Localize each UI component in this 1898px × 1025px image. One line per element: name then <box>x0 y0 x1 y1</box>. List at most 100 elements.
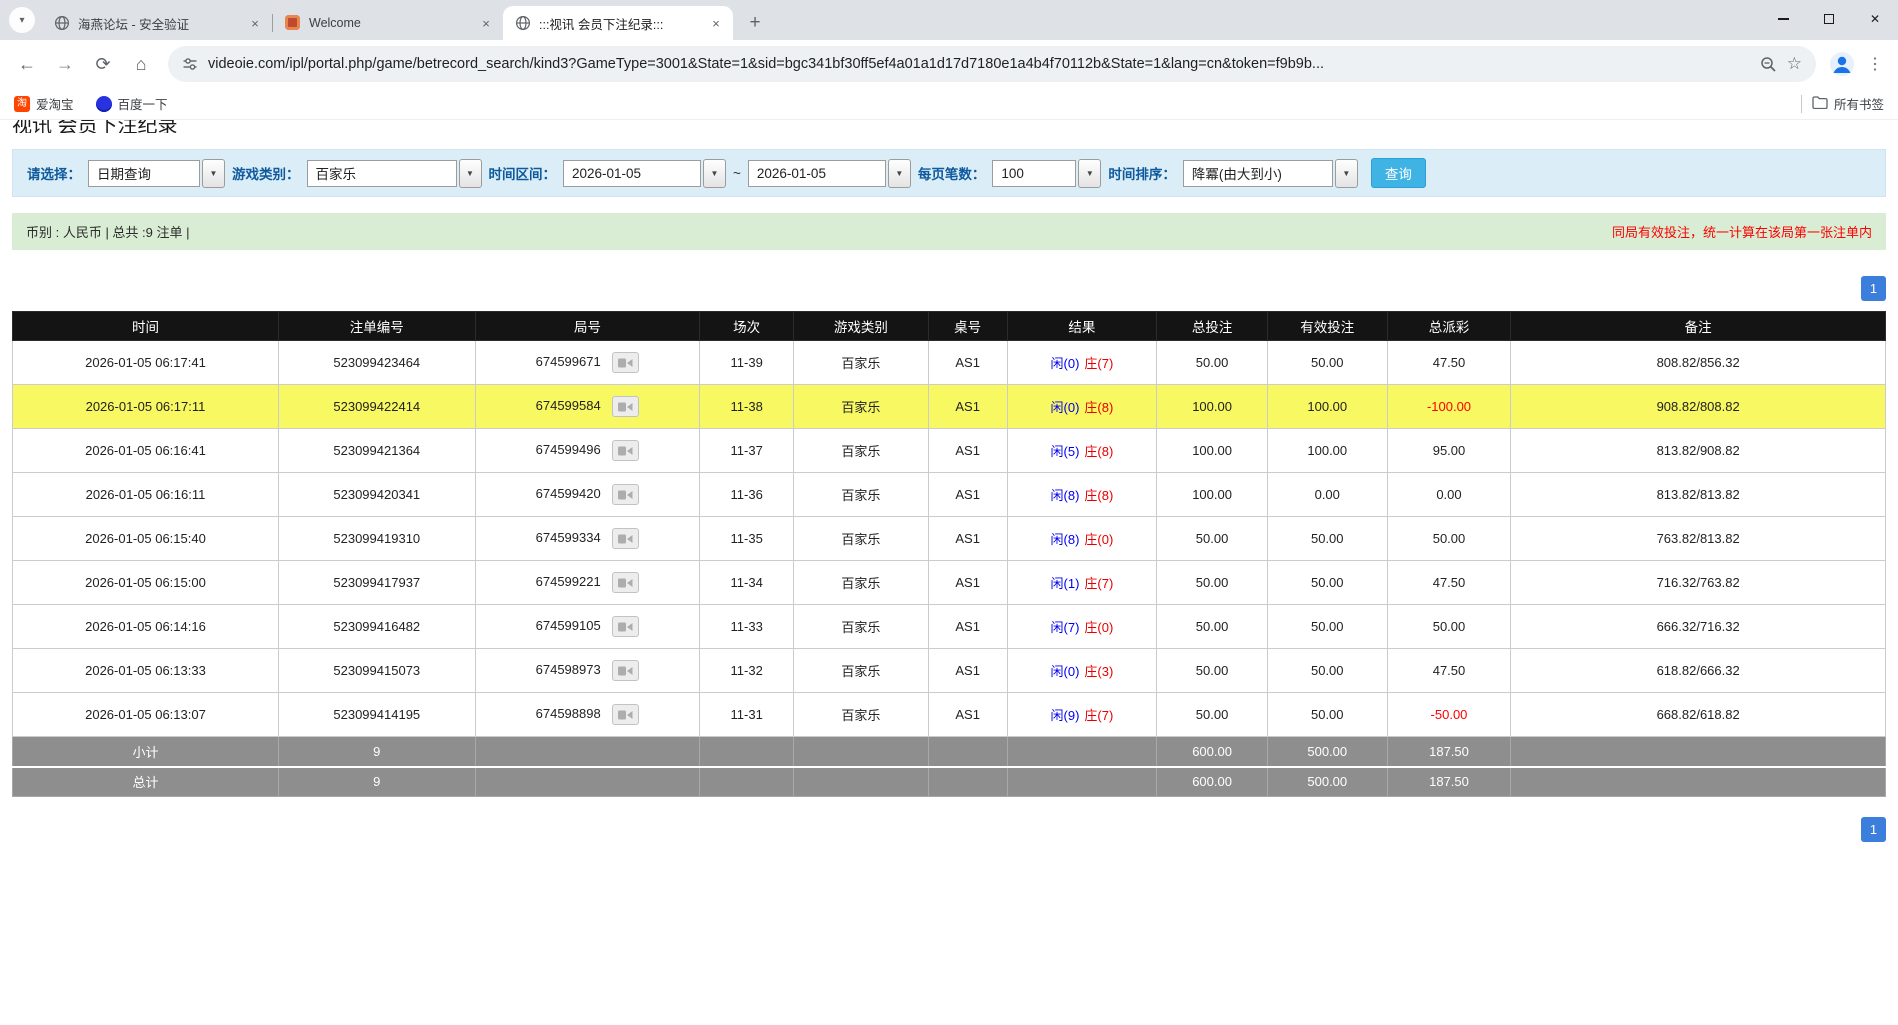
date-from-select: ▼ <box>563 159 726 188</box>
query-type-input[interactable] <box>88 160 200 187</box>
chevron-down-icon[interactable]: ▼ <box>703 159 726 188</box>
cell-bet-id: 523099421364 <box>278 429 475 473</box>
cell-payout: 50.00 <box>1387 517 1511 561</box>
page-size-input[interactable] <box>992 160 1076 187</box>
total-count: 9 <box>278 767 475 797</box>
sort-select: ▼ <box>1183 159 1358 188</box>
cell-payout: 47.50 <box>1387 341 1511 385</box>
date-to-input[interactable] <box>748 160 886 187</box>
tab-close-icon[interactable]: × <box>477 14 495 32</box>
cell-session: 11-37 <box>700 429 794 473</box>
all-bookmarks-button[interactable]: 所有书签 <box>1812 94 1884 113</box>
tab-close-icon[interactable]: × <box>707 14 725 32</box>
cell-time: 2026-01-05 06:13:33 <box>13 649 279 693</box>
zoom-icon[interactable] <box>1760 56 1777 73</box>
profile-avatar[interactable] <box>1826 48 1858 80</box>
new-tab-button[interactable]: + <box>741 9 769 37</box>
video-replay-icon[interactable] <box>612 616 639 637</box>
page-1-button[interactable]: 1 <box>1861 817 1886 842</box>
cell-total-bet[interactable]: 50.00 <box>1157 561 1268 605</box>
reload-button[interactable]: ⟳ <box>86 47 120 81</box>
home-button[interactable]: ⌂ <box>124 47 158 81</box>
subtotal-row: 小计 9 600.00 500.00 187.50 <box>13 737 1886 767</box>
cell-total-bet[interactable]: 50.00 <box>1157 605 1268 649</box>
minimize-button[interactable] <box>1760 0 1806 38</box>
bookmark-star-icon[interactable]: ☆ <box>1787 54 1802 74</box>
result-player: 闲(8) <box>1051 488 1080 503</box>
game-type-input[interactable] <box>307 160 457 187</box>
tab-title: :::视讯 会员下注纪录::: <box>539 14 699 33</box>
video-replay-icon[interactable] <box>612 660 639 681</box>
cell-total-bet[interactable]: 100.00 <box>1157 473 1268 517</box>
result-banker: 庄(0) <box>1084 532 1113 547</box>
round-id-text: 674599496 <box>536 442 601 457</box>
cell-result: 闲(0)庄(7) <box>1007 341 1157 385</box>
bookmark-baidu[interactable]: 百度一下 <box>96 94 168 113</box>
total-payout: 187.50 <box>1387 767 1511 797</box>
cell-game-type: 百家乐 <box>794 693 929 737</box>
back-button[interactable]: ← <box>10 47 44 81</box>
tab-search-button[interactable]: ▾ <box>9 7 35 33</box>
column-header: 总投注 <box>1157 312 1268 341</box>
cell-total-bet[interactable]: 100.00 <box>1157 429 1268 473</box>
globe-favicon-icon <box>54 15 70 31</box>
cell-game-type: 百家乐 <box>794 341 929 385</box>
tab-haiyan-forum[interactable]: 海燕论坛 - 安全验证 × <box>42 6 272 40</box>
video-replay-icon[interactable] <box>612 440 639 461</box>
cell-total-bet[interactable]: 100.00 <box>1157 385 1268 429</box>
cell-note: 716.32/763.82 <box>1511 561 1886 605</box>
cell-table-no: AS1 <box>928 649 1007 693</box>
video-replay-icon[interactable] <box>612 484 639 505</box>
page-1-button[interactable]: 1 <box>1861 276 1886 301</box>
site-info-icon[interactable] <box>182 56 198 72</box>
filter-bar: 请选择： ▼ 游戏类别： ▼ 时间区间： ▼ ~ ▼ 每页笔数： ▼ 时间排序：… <box>12 149 1886 197</box>
sort-input[interactable] <box>1183 160 1333 187</box>
cell-table-no: AS1 <box>928 385 1007 429</box>
cell-total-bet[interactable]: 50.00 <box>1157 693 1268 737</box>
cell-note: 808.82/856.32 <box>1511 341 1886 385</box>
video-replay-icon[interactable] <box>612 572 639 593</box>
window-controls: ✕ <box>1760 0 1898 38</box>
cell-result: 闲(5) 庄(8) <box>1007 429 1157 473</box>
cell-total-bet[interactable]: 50.00 <box>1157 517 1268 561</box>
chevron-down-icon[interactable]: ▼ <box>888 159 911 188</box>
video-replay-icon[interactable] <box>612 528 639 549</box>
chevron-down-icon[interactable]: ▼ <box>1335 159 1358 188</box>
tab-close-icon[interactable]: × <box>246 14 264 32</box>
result-banker: 庄(7) <box>1084 576 1113 591</box>
cell-round-id: 674599584 <box>475 385 700 429</box>
tab-bet-records-active[interactable]: :::视讯 会员下注纪录::: × <box>503 6 733 40</box>
cell-game-type: 百家乐 <box>794 429 929 473</box>
cell-valid-bet: 50.00 <box>1267 341 1387 385</box>
result-player: 闲(5) <box>1051 444 1080 459</box>
table-row: 2026-01-05 06:17:11 523099422414 6745995… <box>13 385 1886 429</box>
bookmark-taobao[interactable]: 淘 爱淘宝 <box>14 94 74 113</box>
video-replay-icon[interactable] <box>612 396 639 417</box>
browser-toolbar: ← → ⟳ ⌂ videoie.com/ipl/portal.php/game/… <box>0 40 1898 88</box>
cell-note: 813.82/908.82 <box>1511 429 1886 473</box>
chevron-down-icon[interactable]: ▼ <box>459 159 482 188</box>
video-replay-icon[interactable] <box>612 704 639 725</box>
cell-bet-id: 523099417937 <box>278 561 475 605</box>
video-replay-icon[interactable] <box>612 352 639 373</box>
forward-button[interactable]: → <box>48 47 82 81</box>
bookmarks-bar: 淘 爱淘宝 百度一下 所有书签 <box>0 88 1898 120</box>
address-bar[interactable]: videoie.com/ipl/portal.php/game/betrecor… <box>168 46 1816 82</box>
column-header: 游戏类别 <box>794 312 929 341</box>
tab-welcome[interactable]: Welcome × <box>273 6 503 40</box>
column-header: 注单编号 <box>278 312 475 341</box>
chevron-down-icon[interactable]: ▼ <box>202 159 225 188</box>
sort-label: 时间排序： <box>1108 163 1176 183</box>
result-banker: 庄(8) <box>1084 444 1113 459</box>
maximize-button[interactable] <box>1806 0 1852 38</box>
date-from-input[interactable] <box>563 160 701 187</box>
chevron-down-icon[interactable]: ▼ <box>1078 159 1101 188</box>
close-window-button[interactable]: ✕ <box>1852 0 1898 38</box>
cell-total-bet[interactable]: 50.00 <box>1157 649 1268 693</box>
cell-total-bet[interactable]: 50.00 <box>1157 341 1268 385</box>
cell-session: 11-39 <box>700 341 794 385</box>
total-row: 总计 9 600.00 500.00 187.50 <box>13 767 1886 797</box>
browser-menu-icon[interactable]: ⋮ <box>1862 54 1888 74</box>
cell-time: 2026-01-05 06:17:11 <box>13 385 279 429</box>
search-button[interactable]: 查询 <box>1371 158 1426 188</box>
